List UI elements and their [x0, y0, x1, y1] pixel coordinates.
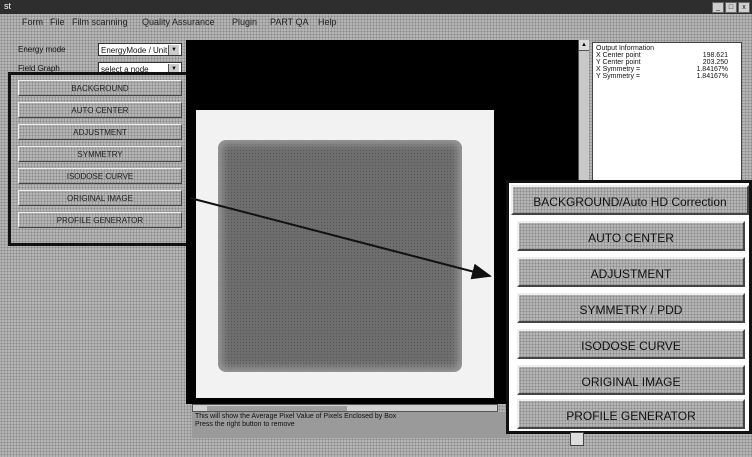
scroll-thumb[interactable] [207, 406, 347, 411]
resize-handle[interactable] [570, 432, 584, 446]
maximize-button[interactable]: □ [725, 2, 737, 13]
output-key: X Center point [596, 52, 641, 59]
zoomed-button-panel: BACKGROUND/Auto HD Correction AUTO CENTE… [506, 180, 752, 434]
menu-file[interactable]: File [50, 17, 65, 27]
menu-help[interactable]: Help [318, 17, 337, 27]
zoom-original-image-button[interactable]: ORIGINAL IMAGE [517, 365, 745, 395]
zoom-symmetry-button[interactable]: SYMMETRY / PDD [517, 293, 745, 323]
status-line-1: This will show the Average Pixel Value o… [195, 413, 397, 420]
output-title: Output Information [596, 45, 654, 52]
output-value: 203.250 [702, 59, 728, 66]
chevron-down-icon[interactable]: ▼ [168, 45, 179, 55]
status-message: This will show the Average Pixel Value o… [192, 412, 510, 438]
status-line-2: Press the right button to remove [195, 421, 295, 428]
menu-bar: Form File Film scanning Quality Assuranc… [0, 14, 752, 32]
output-row: Y Symmetry = 1.84167% [596, 73, 738, 80]
energy-mode-row: Energy mode EnergyMode / Unit ▼ [18, 43, 184, 57]
output-value: 1.84167% [696, 66, 728, 73]
close-button[interactable]: x [738, 2, 750, 13]
menu-form[interactable]: Form [22, 17, 43, 27]
energy-mode-select[interactable]: EnergyMode / Unit ▼ [98, 43, 182, 56]
menu-part-qa[interactable]: PART QA [270, 17, 309, 27]
scroll-up-icon[interactable]: ▲ [579, 40, 589, 51]
output-row: Y Center point 203.250 [596, 59, 738, 66]
button-group-highlight [8, 72, 192, 246]
output-value: 1.84167% [696, 73, 728, 80]
minimize-button[interactable]: _ [712, 2, 724, 13]
app-window: st _ □ x Form File Film scanning Quality… [0, 0, 752, 457]
output-row: X Symmetry = 1.84167% [596, 66, 738, 73]
output-key: Y Center point [596, 59, 641, 66]
menu-plugin[interactable]: Plugin [232, 17, 257, 27]
window-title: st [4, 1, 12, 11]
output-value: 198.621 [702, 52, 728, 59]
output-key: Y Symmetry = [596, 73, 641, 80]
output-row: X Center point 198.621 [596, 52, 738, 59]
zoom-auto-center-button[interactable]: AUTO CENTER [517, 221, 745, 251]
output-key: X Symmetry = [596, 66, 641, 73]
horizontal-scrollbar[interactable] [192, 404, 498, 412]
energy-mode-value: EnergyMode / Unit [101, 46, 168, 55]
menu-quality-assurance[interactable]: Quality Assurance [142, 17, 215, 27]
zoom-adjustment-button[interactable]: ADJUSTMENT [517, 257, 745, 287]
zoom-isodose-curve-button[interactable]: ISODOSE CURVE [517, 329, 745, 359]
zoom-background-button[interactable]: BACKGROUND/Auto HD Correction [511, 185, 749, 215]
zoom-profile-generator-button[interactable]: PROFILE GENERATOR [517, 399, 745, 429]
title-bar: st _ □ x [0, 0, 752, 14]
energy-mode-label: Energy mode [18, 45, 66, 54]
menu-film-scanning[interactable]: Film scanning [72, 17, 128, 27]
radiation-field-image[interactable] [218, 140, 462, 372]
